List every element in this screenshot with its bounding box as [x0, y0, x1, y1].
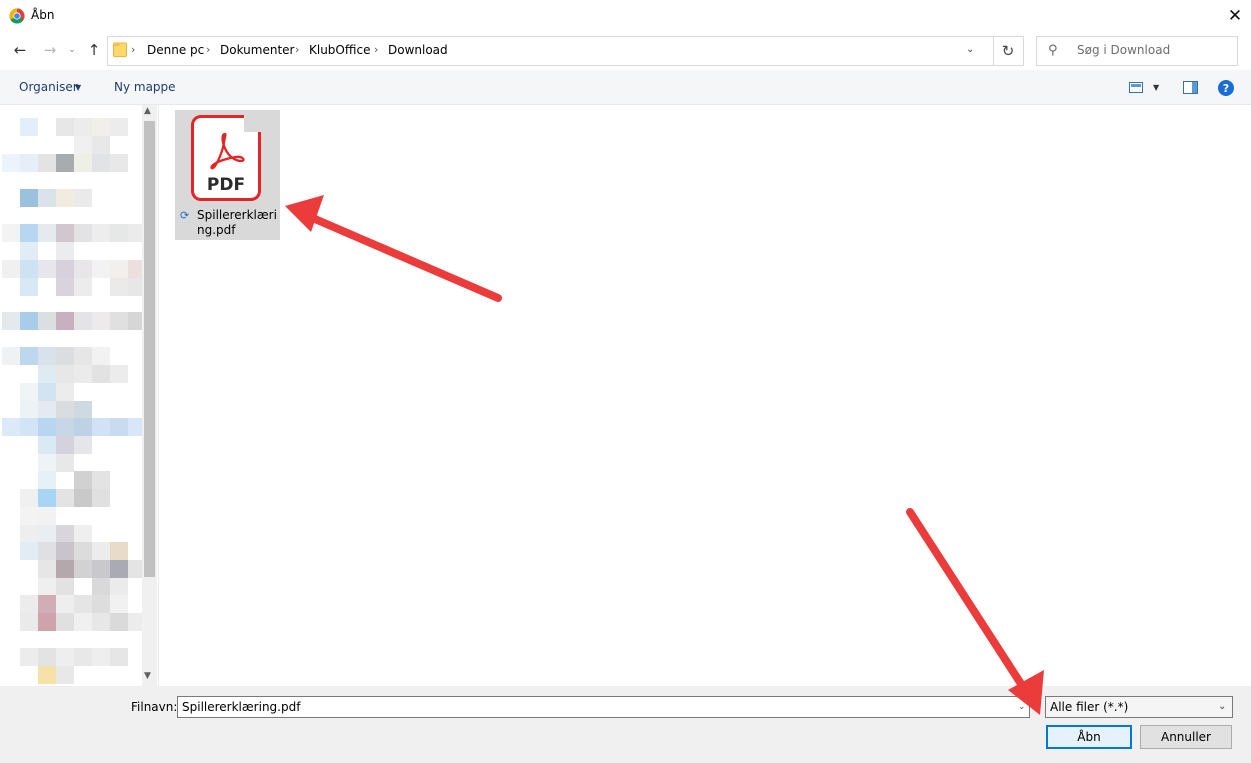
command-toolbar [0, 70, 1251, 105]
preview-pane-icon[interactable] [1183, 81, 1198, 94]
window-title: Åbn [31, 8, 55, 22]
scroll-up-icon[interactable]: ▲ [144, 106, 151, 116]
search-icon: ⚲ [1048, 43, 1058, 58]
refresh-icon[interactable]: ↻ [993, 36, 1024, 66]
scroll-down-icon[interactable]: ▼ [144, 671, 151, 681]
up-arrow-icon[interactable]: ↑ [85, 40, 103, 60]
close-icon[interactable]: ✕ [1222, 3, 1248, 29]
filename-label: Filnavn: [131, 700, 178, 714]
filetype-value: Alle filer (*.*) [1050, 700, 1129, 714]
title-bar [0, 0, 1251, 31]
chrome-icon [9, 8, 25, 24]
nav-pane-scrollbar-thumb[interactable] [144, 121, 155, 577]
filename-field[interactable] [177, 696, 1030, 718]
file-name: Spillererklæring.pdf [197, 208, 277, 237]
breadcrumb-item-kluboffice[interactable]: KlubOffice [309, 43, 370, 57]
cancel-button[interactable]: Annuller [1140, 725, 1232, 749]
annotation-arrow-to-open-button [906, 508, 1044, 715]
search-placeholder: Søg i Download [1077, 43, 1171, 57]
breadcrumb-item-download[interactable]: Download [388, 43, 448, 57]
view-options-dropdown-icon[interactable]: ▼ [1153, 83, 1159, 92]
folder-icon [113, 42, 127, 57]
pdf-page-fold [244, 115, 261, 132]
annotation-arrow-to-file [285, 195, 502, 302]
breadcrumb-separator-icon: › [295, 43, 300, 56]
filetype-chevron-down-icon[interactable]: ⌄ [1218, 701, 1226, 712]
back-arrow-icon[interactable]: ← [10, 40, 30, 60]
breadcrumb-item-denne-pc[interactable]: Denne pc [147, 43, 204, 57]
organize-dropdown-icon[interactable]: ▼ [75, 83, 81, 92]
breadcrumb-item-dokumenter[interactable]: Dokumenter [220, 43, 294, 57]
filename-dropdown-chevron-icon[interactable]: ⌄ [1018, 702, 1026, 712]
help-icon[interactable]: ? [1218, 80, 1234, 96]
organize-button[interactable]: Organiser [19, 80, 78, 94]
breadcrumb-separator-icon: › [374, 43, 379, 56]
change-view-icon[interactable] [1129, 82, 1143, 93]
recent-locations-chevron-icon[interactable]: ⌄ [66, 42, 78, 58]
forward-arrow-icon[interactable]: → [40, 40, 60, 60]
breadcrumb-separator-icon: › [206, 43, 211, 56]
pdf-label: PDF [206, 175, 246, 195]
sync-status-icon: ⟳ [180, 209, 190, 222]
acrobat-logo-icon [210, 132, 245, 170]
address-dropdown-chevron-icon[interactable]: ⌄ [966, 44, 974, 55]
open-button[interactable]: Åbn [1046, 725, 1132, 749]
new-folder-button[interactable]: Ny mappe [114, 80, 176, 94]
navigation-pane[interactable] [0, 105, 159, 686]
breadcrumb-separator-icon: › [131, 43, 136, 56]
